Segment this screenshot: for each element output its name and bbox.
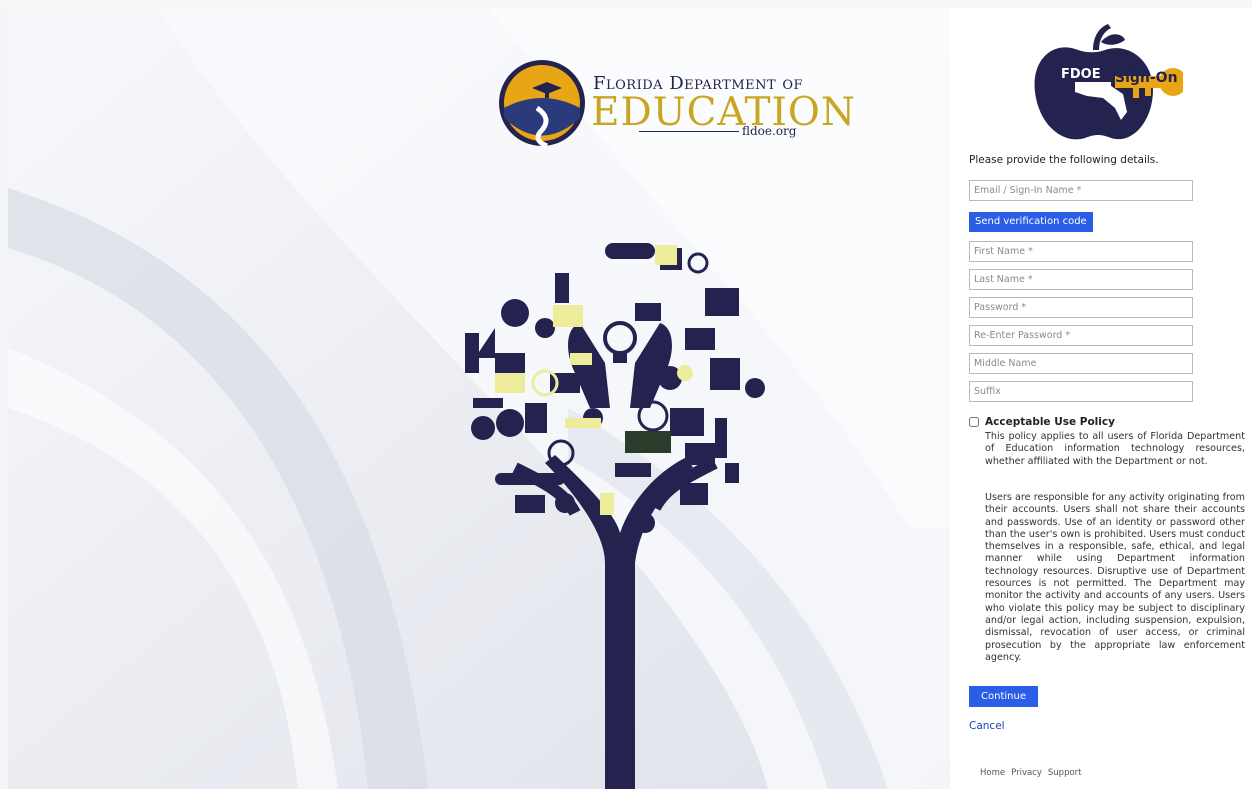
form-prompt: Please provide the following details.	[969, 154, 1159, 166]
acceptable-use-policy-row: Acceptable Use Policy	[969, 416, 1115, 428]
acceptable-use-policy-checkbox[interactable]	[969, 417, 979, 427]
password-field[interactable]	[969, 297, 1193, 318]
fdoe-divider	[639, 131, 739, 132]
sso-logo: FDOE Single Sign-On	[1034, 24, 1183, 140]
fdoe-url: fldoe.org	[742, 124, 797, 138]
middle-name-field[interactable]	[969, 353, 1193, 374]
sso-signon-text: Sign-On	[1115, 70, 1178, 86]
page-top-strip	[0, 0, 1252, 8]
send-verification-code-button[interactable]: Send verification code	[969, 212, 1093, 232]
education-tree-illustration	[465, 243, 765, 789]
fdoe-seal-icon	[499, 60, 585, 148]
footer-support-link[interactable]: Support	[1048, 768, 1082, 778]
acceptable-use-policy-label: Acceptable Use Policy	[985, 416, 1115, 428]
policy-paragraph-2: Users are responsible for any activity o…	[985, 492, 1245, 663]
sso-fdoe-text: FDOE	[1061, 67, 1101, 82]
footer-home-link[interactable]: Home	[980, 768, 1005, 778]
fdoe-title-line2: EDUCATION	[591, 90, 856, 135]
continue-button[interactable]: Continue	[969, 686, 1038, 707]
signup-panel: FDOE Single Sign-On Please provide the f…	[950, 8, 1252, 789]
suffix-field[interactable]	[969, 381, 1193, 402]
footer-privacy-link[interactable]: Privacy	[1011, 768, 1042, 778]
footer-links: Home Privacy Support	[980, 768, 1082, 778]
policy-paragraph-1: This policy applies to all users of Flor…	[985, 431, 1245, 467]
background-illustration: Florida Department of EDUCATION fldoe.or…	[8, 8, 950, 789]
fdoe-logo: Florida Department of EDUCATION fldoe.or…	[497, 58, 855, 152]
reenter-password-field[interactable]	[969, 325, 1193, 346]
last-name-field[interactable]	[969, 269, 1193, 290]
email-field[interactable]	[969, 180, 1193, 201]
cancel-link[interactable]: Cancel	[969, 720, 1005, 732]
first-name-field[interactable]	[969, 241, 1193, 262]
